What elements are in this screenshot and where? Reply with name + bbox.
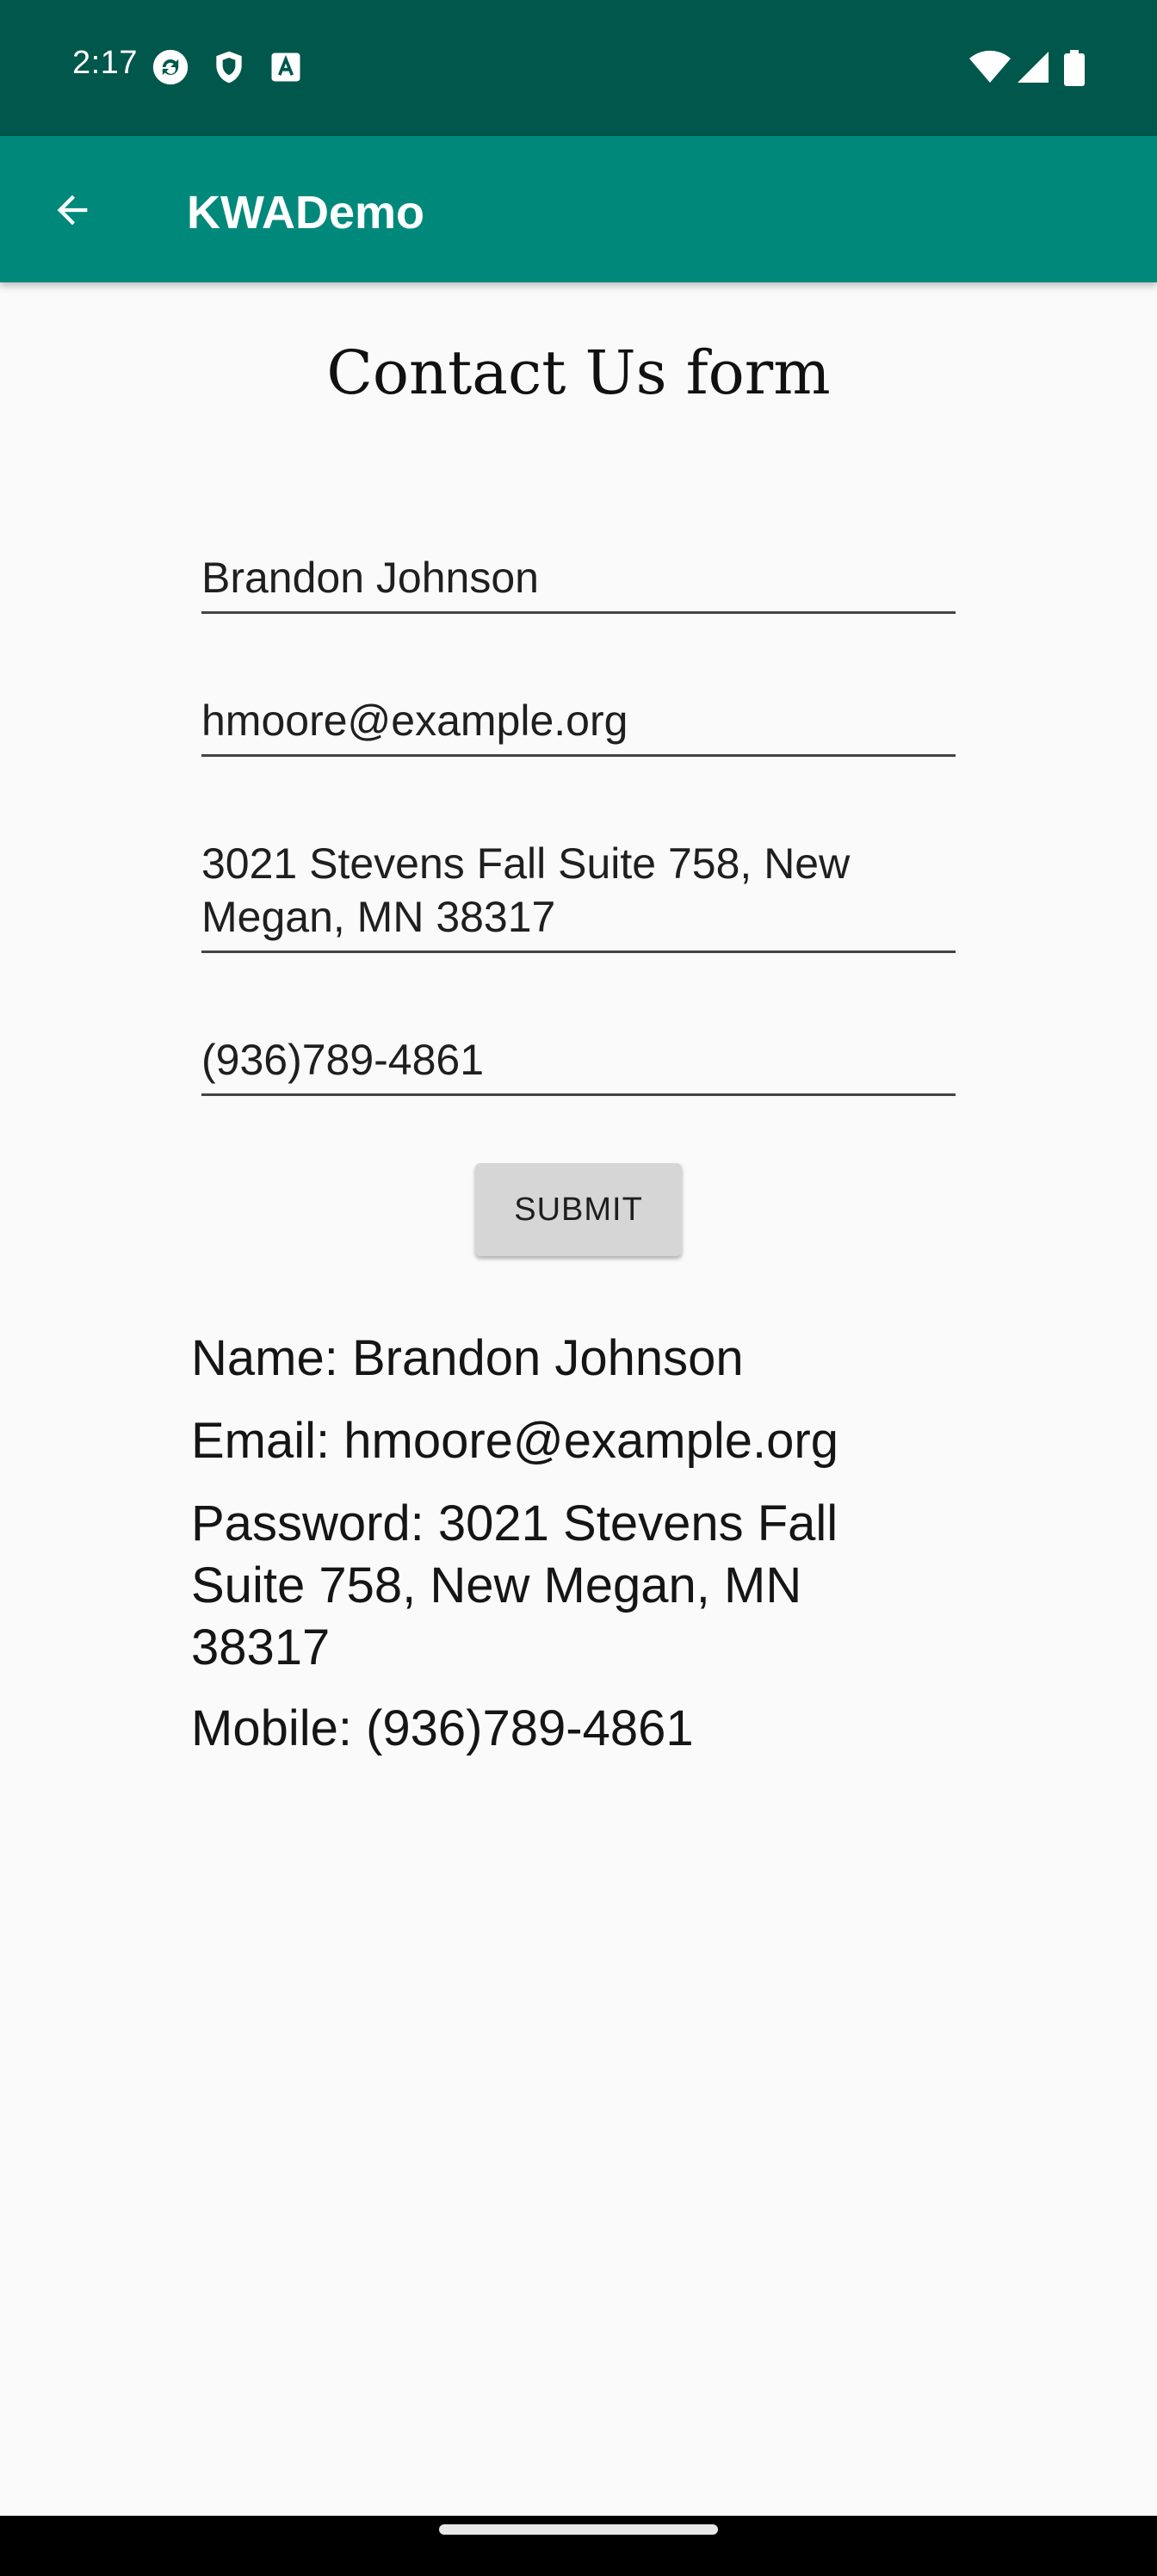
- back-arrow-icon: [57, 195, 88, 226]
- signal-icon: [1018, 52, 1049, 83]
- result-mobile: Mobile: (936)789-4861: [191, 1700, 694, 1756]
- battery-icon: [1064, 50, 1085, 86]
- result-password: Password: 3021 Stevens Fall Suite 758, N…: [191, 1495, 838, 1675]
- address-input[interactable]: 3021 Stevens Fall Suite 758, New Megan, …: [201, 837, 956, 944]
- name-field[interactable]: [201, 551, 956, 614]
- back-button[interactable]: [41, 179, 103, 241]
- result-email: Email: hmoore@example.org: [191, 1413, 838, 1469]
- wifi-icon: [969, 50, 1011, 83]
- result-name: Name: Brandon Johnson: [191, 1330, 744, 1386]
- mobile-field[interactable]: [201, 1033, 956, 1096]
- email-field[interactable]: [201, 694, 956, 757]
- app-bar: KWADemo: [0, 136, 1157, 282]
- name-input[interactable]: [201, 551, 956, 604]
- status-bar: 2:17: [0, 0, 1157, 136]
- email-input[interactable]: [201, 694, 956, 747]
- sync-icon: [152, 49, 189, 85]
- mobile-input[interactable]: [201, 1033, 956, 1087]
- app-title: KWADemo: [187, 187, 425, 238]
- submit-button[interactable]: SUBMIT: [475, 1163, 682, 1256]
- status-time: 2:17: [72, 45, 138, 81]
- shield-icon: [216, 51, 242, 84]
- home-indicator[interactable]: [439, 2524, 718, 2535]
- page-title: Contact Us form: [326, 337, 831, 408]
- font-icon: [271, 53, 300, 82]
- address-field[interactable]: 3021 Stevens Fall Suite 758, New Megan, …: [201, 837, 956, 953]
